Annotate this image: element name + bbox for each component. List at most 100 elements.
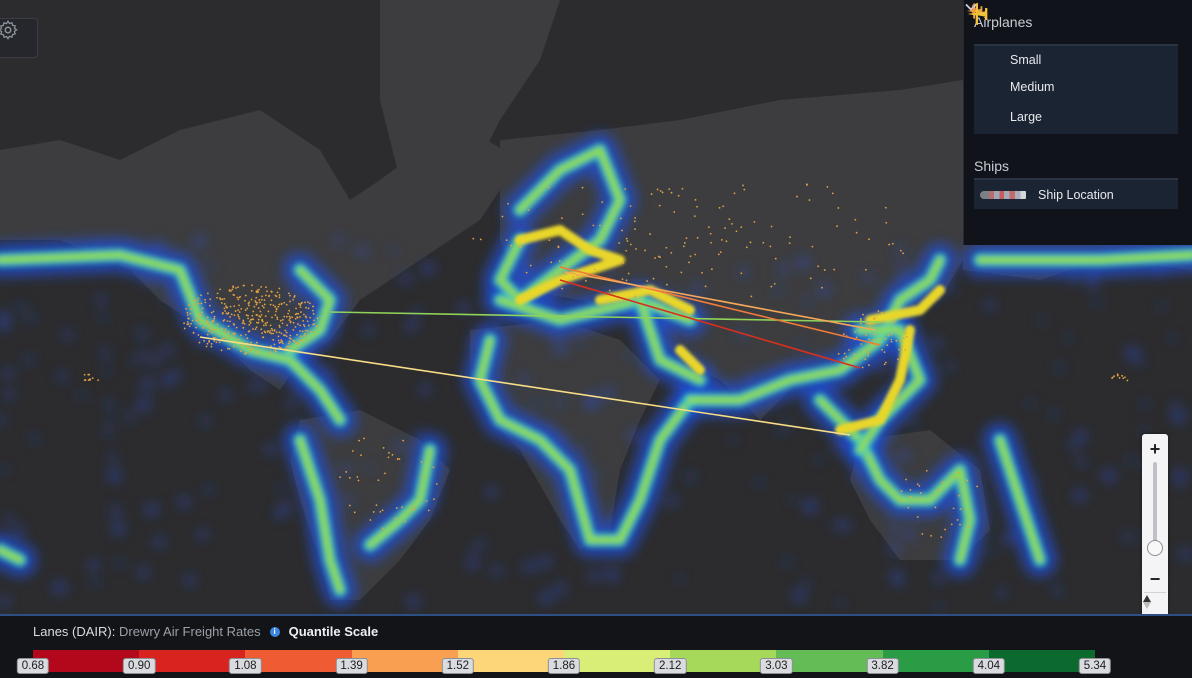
heat-point xyxy=(1077,457,1087,467)
airplane-point xyxy=(278,326,281,329)
airplanes-section-toggle[interactable]: Airplanes xyxy=(964,0,1192,44)
zoom-in-button[interactable]: + xyxy=(1142,436,1168,462)
map-canvas[interactable]: Airplanes Small Medium Large Ships Ship … xyxy=(0,0,1192,614)
airplane-point xyxy=(297,312,300,315)
airplane-point xyxy=(247,302,250,305)
airplane-point xyxy=(360,454,362,457)
airplane-point xyxy=(668,188,671,191)
airplane-point xyxy=(303,334,306,337)
airplane-point xyxy=(877,310,880,312)
heat-point xyxy=(3,367,14,379)
airplane-point xyxy=(259,301,261,304)
airplane-point xyxy=(285,335,288,338)
heat-point xyxy=(1127,456,1135,464)
airplane-point xyxy=(299,304,302,307)
airplane-point xyxy=(207,326,209,328)
airplane-point xyxy=(394,517,397,520)
heat-point xyxy=(145,503,159,516)
airplane-point xyxy=(226,306,229,309)
heat-point xyxy=(897,271,906,280)
app: Airplanes Small Medium Large Ships Ship … xyxy=(0,0,1192,678)
heat-point xyxy=(184,575,196,586)
airplane-point xyxy=(204,301,207,304)
airplane-point xyxy=(854,218,857,221)
airplane-point xyxy=(194,299,196,302)
airplane-point xyxy=(207,323,210,325)
heat-point xyxy=(273,509,282,518)
airplane-point xyxy=(312,323,315,326)
airplane-point xyxy=(507,202,510,205)
airplane-point xyxy=(670,191,673,194)
reset-bearing-button[interactable] xyxy=(1142,594,1168,614)
airplane-point xyxy=(244,309,247,312)
airplane-point xyxy=(248,301,251,304)
settings-button[interactable] xyxy=(0,18,38,58)
zoom-control: + − xyxy=(1142,434,1168,614)
airplane-point xyxy=(304,301,306,304)
ships-section-title: Ships xyxy=(974,158,1010,174)
airplane-point xyxy=(238,338,240,341)
airplane-point xyxy=(884,361,887,364)
heat-point xyxy=(533,398,542,407)
airplane-point xyxy=(865,322,868,325)
airplane-point xyxy=(246,307,249,310)
airplane-point xyxy=(1126,379,1129,382)
airplane-point xyxy=(677,194,680,197)
airplane-point xyxy=(248,330,251,332)
airplane-point xyxy=(384,472,386,475)
airplane-point xyxy=(278,331,281,334)
airplane-point xyxy=(806,183,808,186)
airplane-point xyxy=(811,245,814,248)
airplane-point xyxy=(608,289,611,292)
airplane-point xyxy=(421,476,424,478)
airplane-point xyxy=(186,314,189,316)
airplane-point xyxy=(561,287,564,290)
heat-point xyxy=(153,238,166,251)
heat-point xyxy=(0,596,10,608)
airplane-point xyxy=(272,332,275,335)
airplane-point xyxy=(230,313,233,316)
airplane-point xyxy=(224,337,227,340)
scale-break-label: 1.39 xyxy=(335,658,368,674)
heat-point xyxy=(728,436,736,444)
airplane-point xyxy=(236,296,239,299)
heat-point xyxy=(103,367,110,374)
airplane-point xyxy=(288,315,291,318)
airplane-point xyxy=(657,255,660,258)
info-icon[interactable]: i xyxy=(269,626,280,637)
airplane-point xyxy=(890,340,893,343)
airplane-point xyxy=(391,453,394,456)
airplane-point xyxy=(274,294,277,297)
heat-point xyxy=(125,412,135,422)
airplane-point xyxy=(219,298,222,301)
airplane-point xyxy=(233,333,236,336)
airplane-point xyxy=(274,314,277,316)
airplane-point xyxy=(294,326,297,328)
airplane-point xyxy=(861,366,864,369)
airplane-point xyxy=(401,506,403,508)
airplane-point xyxy=(836,225,838,228)
airplane-point xyxy=(299,316,301,318)
airplane-point xyxy=(381,527,384,530)
airplane-point xyxy=(216,323,219,326)
heat-point xyxy=(880,429,891,441)
airplane-point xyxy=(221,312,224,315)
airplane-point xyxy=(561,217,563,220)
airplane-point xyxy=(895,339,898,342)
airplane-point xyxy=(271,329,274,332)
airplane-point xyxy=(831,192,834,195)
compass-icon xyxy=(1143,595,1151,609)
airplane-point xyxy=(348,476,351,479)
airplane-point xyxy=(245,345,248,348)
airplane-point xyxy=(254,328,257,331)
airplane-point xyxy=(693,215,696,218)
airplane-point xyxy=(258,299,261,301)
zoom-out-button[interactable]: − xyxy=(1142,566,1168,592)
airplane-point xyxy=(646,280,649,282)
airplane-point xyxy=(740,226,743,229)
airplane-point xyxy=(255,352,258,355)
airplane-point xyxy=(288,319,291,321)
zoom-slider-handle[interactable] xyxy=(1147,540,1163,557)
heat-point xyxy=(1073,489,1087,503)
airplane-point xyxy=(197,297,200,300)
